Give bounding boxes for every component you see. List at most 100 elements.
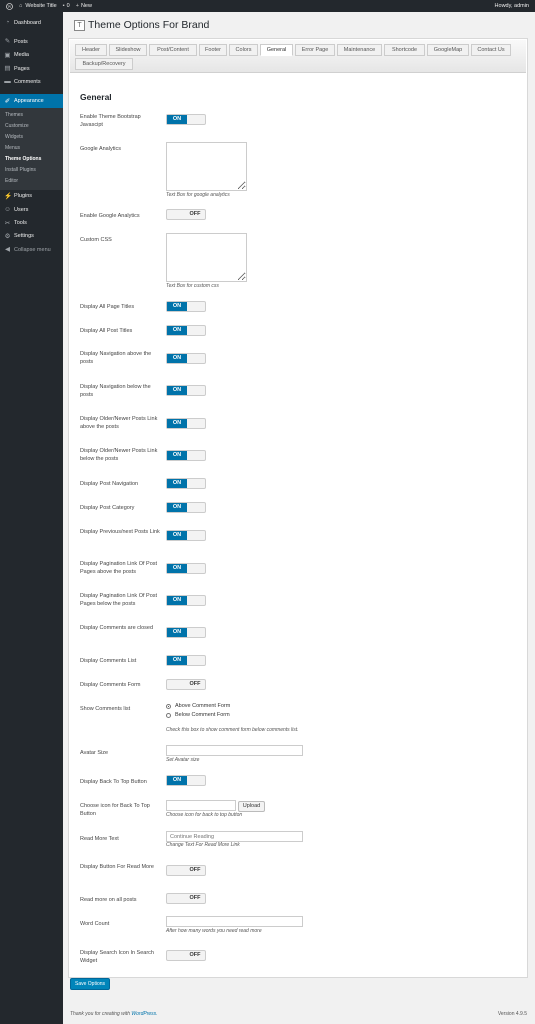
read-more-text-input[interactable]: [166, 831, 303, 842]
tab-error-page[interactable]: Error Page: [295, 44, 335, 56]
upload-button[interactable]: Upload: [238, 801, 265, 812]
radio-button: [166, 712, 171, 718]
sidebar-item-label: Users: [14, 206, 29, 213]
submenu-item-widgets[interactable]: Widgets: [0, 132, 63, 143]
radio-above-comment-form[interactable]: Above Comment Form: [166, 703, 230, 709]
svg-text:W: W: [8, 4, 12, 9]
radio-below-comment-form[interactable]: Below Comment Form: [166, 712, 230, 718]
toggle-state: ON: [167, 386, 187, 395]
nav-below-toggle[interactable]: ON: [166, 385, 206, 396]
sidebar-item-appearance[interactable]: ✐ Appearance: [0, 94, 63, 108]
sidebar-item-label: Settings: [14, 233, 34, 240]
older-below-toggle[interactable]: ON: [166, 450, 206, 461]
tab-header[interactable]: Header: [75, 44, 107, 56]
submenu-item-theme-options[interactable]: Theme Options: [0, 154, 63, 165]
google-analytics-textarea[interactable]: [166, 142, 247, 191]
account-menu[interactable]: Howdy, admin: [495, 3, 529, 9]
sidebar-item-posts[interactable]: ✎ Posts: [0, 35, 63, 48]
sidebar-item-tools[interactable]: ✂ Tools: [0, 216, 63, 229]
appearance-submenu: Themes Customize Widgets Menus Theme Opt…: [0, 107, 63, 190]
new-content-link[interactable]: + New: [76, 3, 92, 9]
radio-label: Above Comment Form: [175, 703, 231, 709]
comment-icon: ▬: [4, 78, 11, 86]
toggle-state: OFF: [189, 952, 201, 958]
wordpress-logo-icon[interactable]: W: [6, 2, 13, 10]
sidebar-item-comments[interactable]: ▬ Comments: [0, 75, 63, 88]
older-above-toggle[interactable]: ON: [166, 418, 206, 429]
comments-link[interactable]: ▪ 0: [63, 3, 70, 9]
enable-ga-toggle[interactable]: OFF: [166, 209, 206, 220]
tab-maintenance[interactable]: Maintenance: [337, 44, 382, 56]
read-more-all-label: Read more on all posts: [80, 897, 137, 903]
toggle-state: OFF: [189, 681, 201, 687]
dashboard-icon: ◔: [5, 19, 10, 27]
page-titles-toggle[interactable]: ON: [166, 301, 206, 312]
back-to-top-label: Display Back To Top Button: [80, 779, 147, 785]
pag-below-toggle[interactable]: ON: [166, 595, 206, 606]
plus-icon: +: [75, 3, 79, 9]
tab-footer[interactable]: Footer: [199, 44, 227, 56]
site-title-link[interactable]: ⌂ Website Title: [19, 3, 57, 9]
sidebar-item-settings[interactable]: ⚙ Settings: [0, 230, 63, 243]
save-options-button[interactable]: Save Options: [70, 978, 110, 990]
sidebar-item-plugins[interactable]: ⚡ Plugins: [0, 190, 63, 203]
tab-contact-us[interactable]: Contact Us: [471, 44, 511, 56]
avatar-size-desc: Set Avatar size: [166, 757, 200, 763]
toggle-state: ON: [167, 776, 187, 785]
main-content: T Theme Options For Brand Header Slidesh…: [63, 12, 535, 1024]
collapse-menu-button[interactable]: ◀ Collapse menu: [0, 243, 63, 256]
read-more-btn-toggle[interactable]: OFF: [166, 865, 206, 876]
sidebar-item-label: Comments: [14, 78, 41, 85]
comments-closed-toggle[interactable]: ON: [166, 627, 206, 638]
read-more-all-toggle[interactable]: OFF: [166, 893, 206, 904]
plugin-icon: ⚡: [4, 192, 13, 200]
sidebar-item-label: Tools: [14, 220, 27, 227]
footer-thanks: Thank you for creating with WordPress.: [70, 1011, 158, 1017]
bootstrap-js-toggle[interactable]: ON: [166, 114, 206, 125]
word-count-input[interactable]: [166, 916, 303, 927]
custom-css-textarea[interactable]: [166, 233, 247, 282]
pag-above-toggle[interactable]: ON: [166, 563, 206, 574]
comments-list-toggle[interactable]: ON: [166, 655, 206, 666]
wordpress-link[interactable]: WordPress.: [131, 1011, 157, 1017]
back-to-top-toggle[interactable]: ON: [166, 775, 206, 786]
sidebar-item-media[interactable]: ▣ Media: [0, 49, 63, 62]
page-title: Theme Options For Brand: [88, 19, 210, 31]
word-count-label: Word Count: [80, 921, 110, 927]
post-nav-toggle[interactable]: ON: [166, 478, 206, 489]
sidebar-item-dashboard[interactable]: ◔ Dashboard: [0, 16, 63, 29]
sidebar-item-pages[interactable]: ▤ Pages: [0, 62, 63, 75]
toggle-state: ON: [167, 564, 187, 573]
tab-googlemap[interactable]: GoogleMap: [427, 44, 469, 56]
post-titles-label: Display All Post Titles: [80, 328, 133, 334]
tab-slideshow[interactable]: Slideshow: [109, 44, 147, 56]
toggle-state: ON: [167, 503, 187, 512]
submenu-item-editor[interactable]: Editor: [0, 176, 63, 187]
section-title: General: [80, 92, 112, 102]
footer-version: Version 4.9.5: [497, 1011, 527, 1017]
search-icon-label: Display Search Icon In Search Widget: [80, 950, 154, 964]
nav-above-toggle[interactable]: ON: [166, 353, 206, 364]
submenu-item-customize[interactable]: Customize: [0, 121, 63, 132]
comments-form-toggle[interactable]: OFF: [166, 679, 206, 690]
tab-general[interactable]: General: [260, 44, 293, 56]
submenu-item-menus[interactable]: Menus: [0, 143, 63, 154]
search-icon-toggle[interactable]: OFF: [166, 950, 206, 961]
sidebar-item-users[interactable]: ☺ Users: [0, 203, 63, 216]
prev-next-toggle[interactable]: ON: [166, 530, 206, 541]
read-more-text-label: Read More Text: [80, 836, 119, 842]
icon-top-input[interactable]: [166, 800, 236, 811]
post-cat-toggle[interactable]: ON: [166, 502, 206, 513]
tab-post-content[interactable]: Post/Content: [149, 44, 197, 56]
comments-count: 0: [66, 3, 70, 9]
post-titles-toggle[interactable]: ON: [166, 325, 206, 336]
tab-shortcode[interactable]: Shortcode: [384, 44, 425, 56]
submenu-item-themes[interactable]: Themes: [0, 110, 63, 121]
toggle-state: ON: [167, 596, 187, 605]
tab-colors[interactable]: Colors: [229, 44, 258, 56]
options-panel: Header Slideshow Post/Content Footer Col…: [68, 38, 528, 978]
avatar-size-input[interactable]: [166, 745, 303, 756]
submenu-item-install-plugins[interactable]: Install Plugins: [0, 165, 63, 176]
toggle-state: ON: [167, 419, 187, 428]
tab-backup-recovery[interactable]: Backup/Recovery: [75, 58, 133, 70]
